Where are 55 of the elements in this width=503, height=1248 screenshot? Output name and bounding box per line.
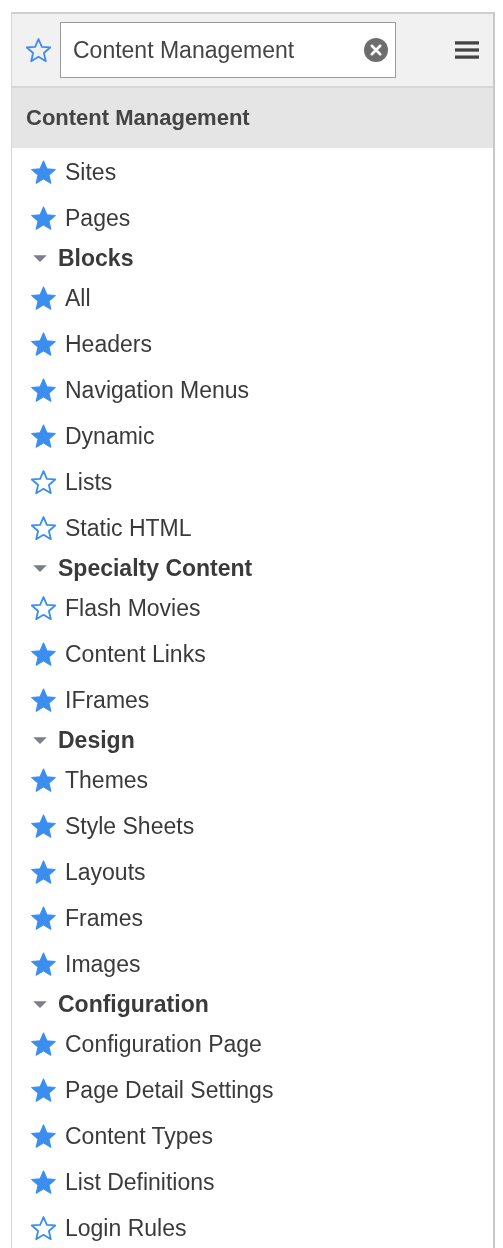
filled-star-icon[interactable] (30, 1030, 57, 1058)
search-field[interactable]: Content Management (60, 22, 396, 78)
menu-item[interactable]: Sites (65, 158, 117, 186)
heading-text: Content Management (26, 105, 250, 131)
menu-item[interactable]: Configuration Page (65, 1030, 262, 1058)
filled-star-icon[interactable] (30, 158, 57, 186)
menu-item[interactable]: Content Links (65, 640, 206, 668)
filled-star-icon[interactable] (30, 330, 57, 358)
menu-item[interactable]: Dynamic (65, 422, 155, 450)
filled-star-icon[interactable] (30, 766, 57, 794)
clear-icon[interactable] (364, 38, 388, 62)
outline-star-icon[interactable] (25, 36, 52, 64)
filled-star-icon[interactable] (30, 950, 57, 978)
menu-icon[interactable] (455, 40, 479, 60)
menu-item[interactable]: Navigation Menus (65, 376, 250, 404)
filled-star-icon[interactable] (30, 1168, 57, 1196)
caret-down-icon[interactable] (33, 253, 47, 263)
group-header[interactable]: Configuration (58, 990, 209, 1018)
caret-down-icon[interactable] (33, 999, 47, 1009)
menu-item[interactable]: Layouts (65, 858, 146, 886)
outline-star-icon[interactable] (30, 594, 57, 622)
group-header[interactable]: Specialty Content (58, 554, 253, 582)
menu-item[interactable]: Login Rules (65, 1214, 187, 1242)
menu-item[interactable]: Page Detail Settings (65, 1076, 274, 1104)
outline-star-icon[interactable] (30, 514, 57, 542)
menu-item[interactable]: Images (65, 950, 141, 978)
menu-item[interactable]: Static HTML (65, 514, 192, 542)
filled-star-icon[interactable] (30, 858, 57, 886)
filled-star-icon[interactable] (30, 1076, 57, 1104)
menu-item[interactable]: Pages (65, 204, 131, 232)
menu-item[interactable]: Headers (65, 330, 152, 358)
menu-item[interactable]: Lists (65, 468, 113, 496)
caret-down-icon[interactable] (33, 563, 47, 573)
filled-star-icon[interactable] (30, 376, 57, 404)
filled-star-icon[interactable] (30, 812, 57, 840)
group-header[interactable]: Blocks (58, 244, 134, 272)
filled-star-icon[interactable] (30, 422, 57, 450)
filled-star-icon[interactable] (30, 204, 57, 232)
filled-star-icon[interactable] (30, 284, 57, 312)
menu-item[interactable]: Content Types (65, 1122, 213, 1150)
filled-star-icon[interactable] (30, 1122, 57, 1150)
menu-item[interactable]: Flash Movies (65, 594, 201, 622)
filled-star-icon[interactable] (30, 640, 57, 668)
caret-down-icon[interactable] (33, 735, 47, 745)
outline-star-icon[interactable] (30, 1214, 57, 1242)
filled-star-icon[interactable] (30, 686, 57, 714)
outline-star-icon[interactable] (30, 468, 57, 496)
group-header[interactable]: Design (58, 726, 135, 754)
menu-item[interactable]: List Definitions (65, 1168, 215, 1196)
menu-item[interactable]: All (65, 284, 91, 312)
menu-item[interactable]: Style Sheets (65, 812, 195, 840)
menu-item[interactable]: IFrames (65, 686, 150, 714)
menu-item[interactable]: Frames (65, 904, 143, 932)
filled-star-icon[interactable] (30, 904, 57, 932)
menu-item[interactable]: Themes (65, 766, 149, 794)
